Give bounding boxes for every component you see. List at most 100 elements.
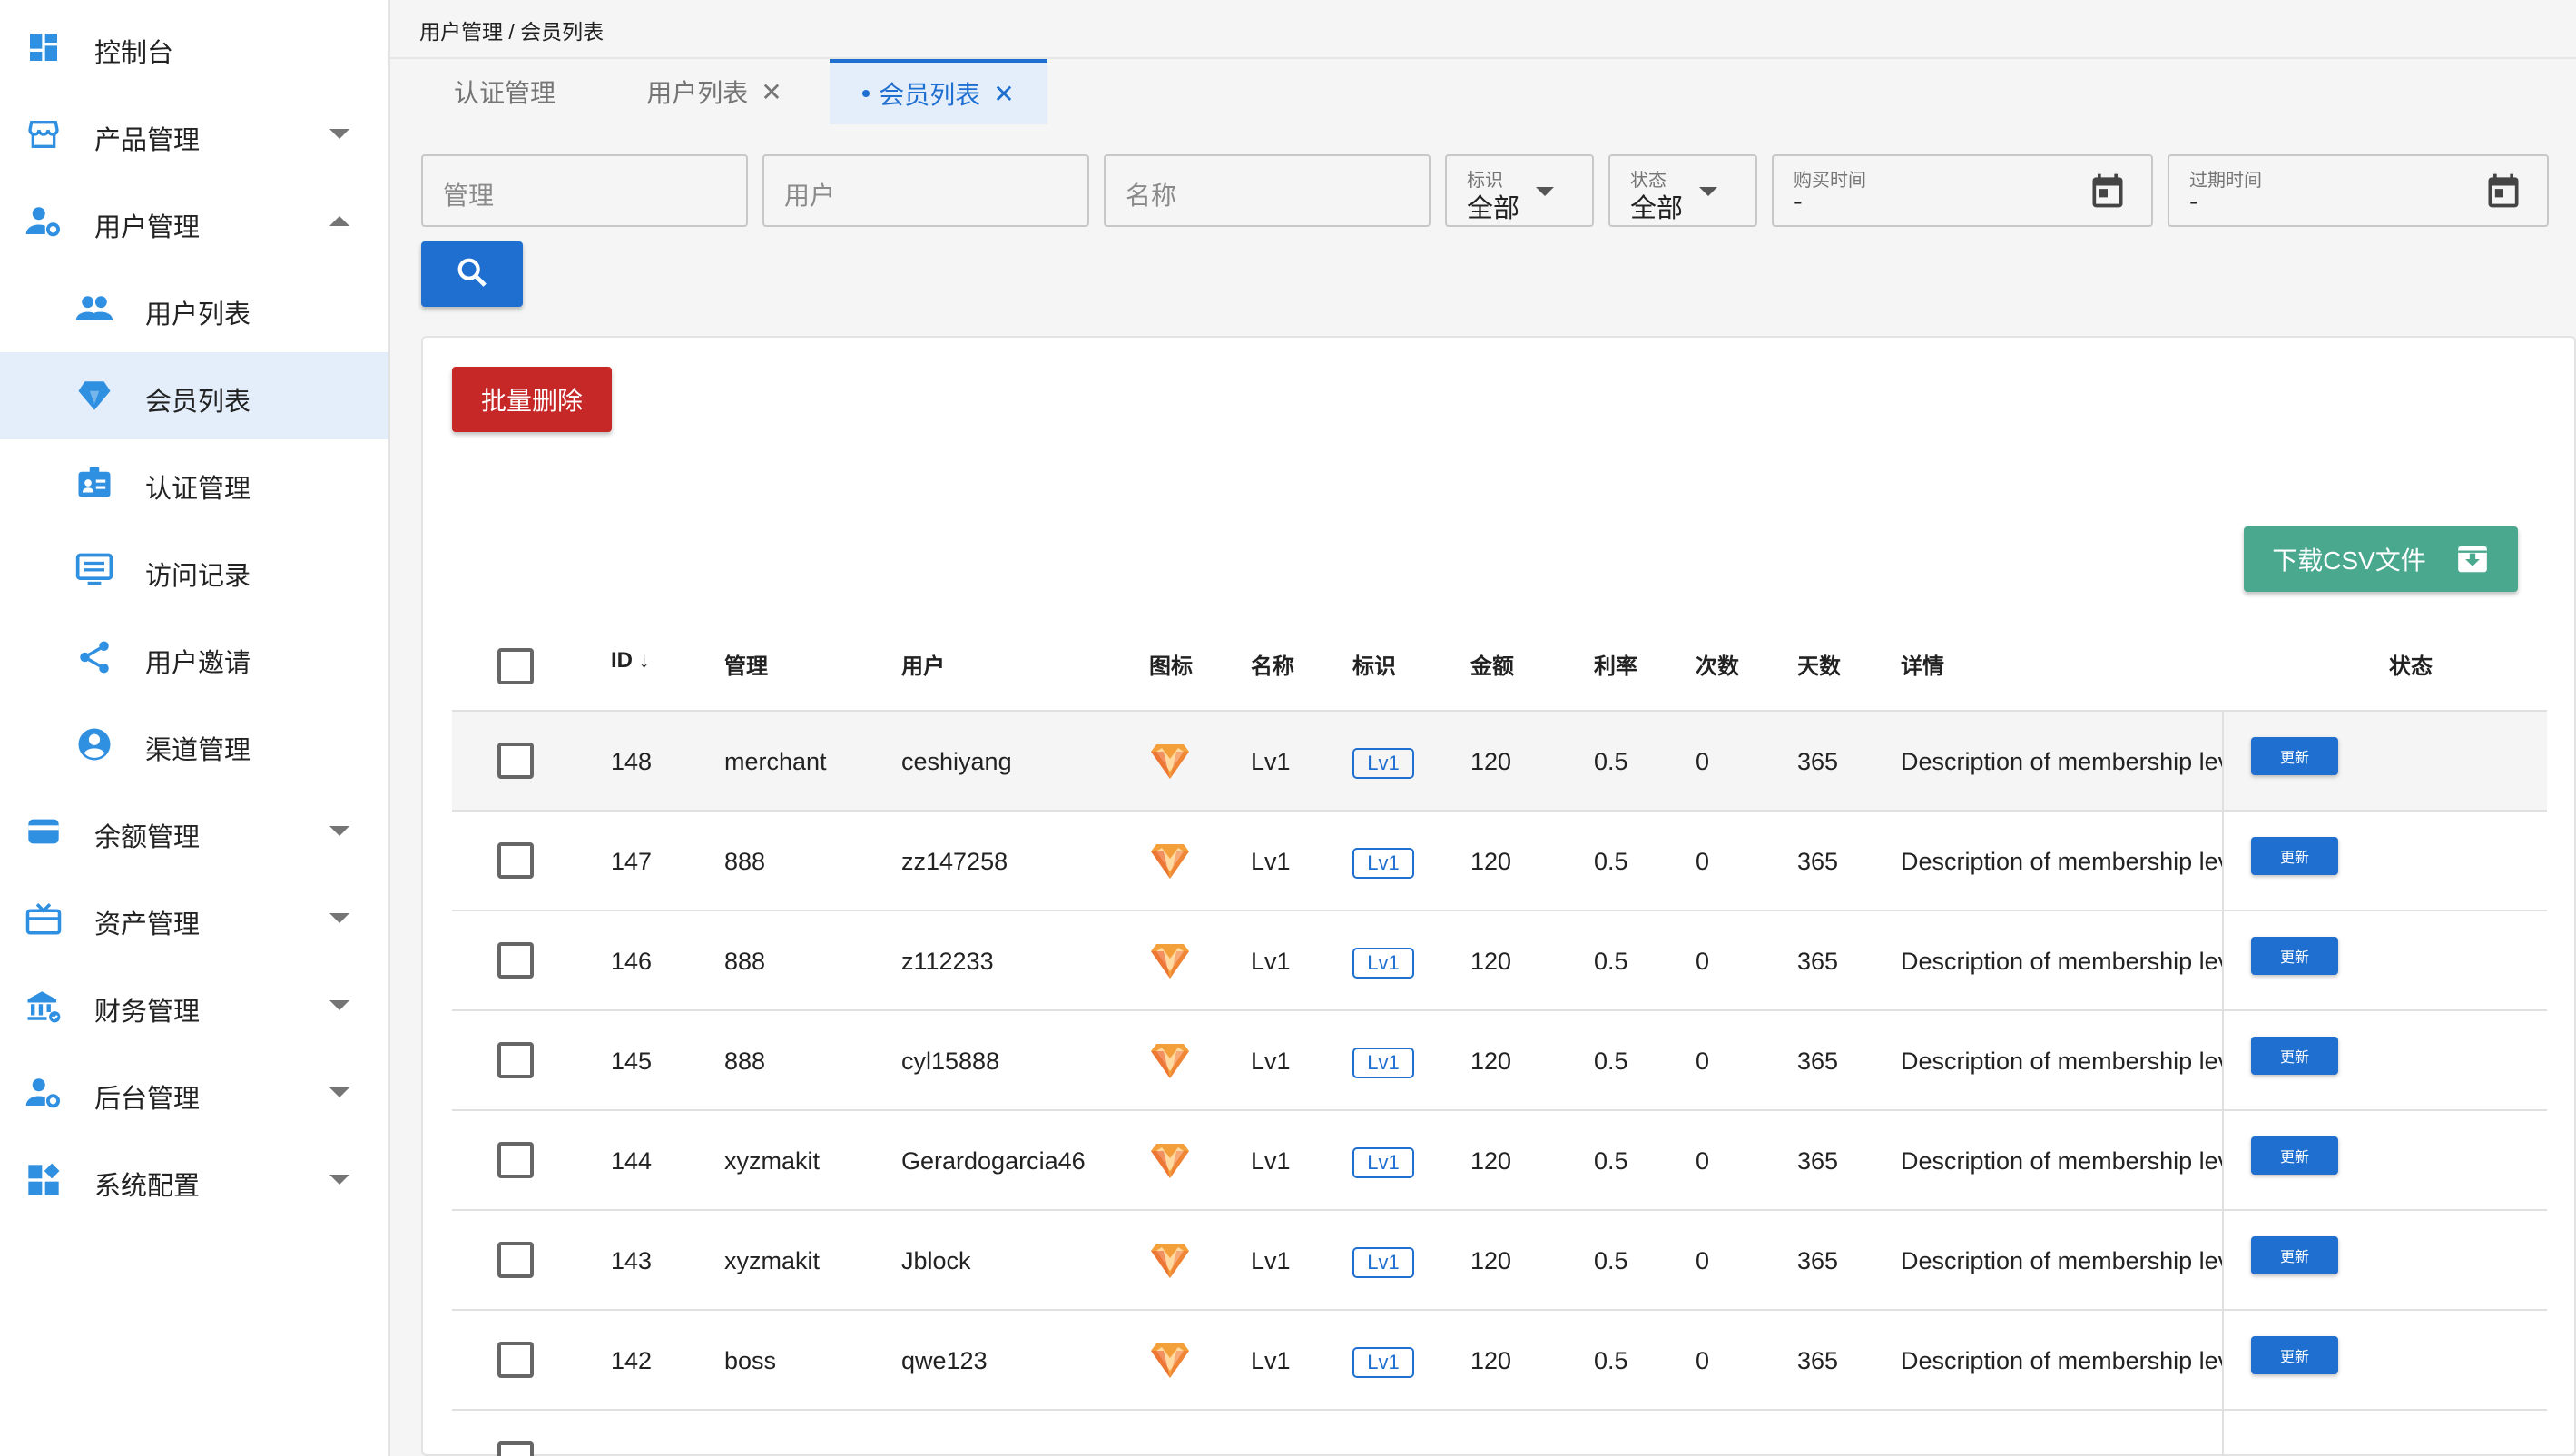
wallet-icon: [24, 812, 64, 851]
cell-id: 144: [611, 1147, 653, 1175]
row-checkbox[interactable]: [497, 1142, 534, 1178]
sidebar-item-balance[interactable]: 余额管理: [0, 788, 388, 875]
status-select[interactable]: 状态 全部: [1608, 154, 1757, 227]
select-all-checkbox[interactable]: [497, 648, 534, 684]
cell-name: Lv1: [1251, 848, 1291, 875]
purchase-time-value: -: [1794, 187, 1803, 216]
row-checkbox[interactable]: [497, 1042, 534, 1078]
update-button[interactable]: 更新: [2251, 837, 2338, 875]
user-settings-icon: [24, 202, 64, 241]
purchase-time-field[interactable]: 购买时间 -: [1772, 154, 2153, 227]
row-checkbox[interactable]: [497, 743, 534, 779]
update-button[interactable]: 更新: [2251, 1136, 2338, 1175]
tag-select[interactable]: 标识 全部: [1445, 154, 1594, 227]
table-row[interactable]: 148 merchant ceshiyang Lv1 Lv1 120 0.5 0 365 Desc…: [452, 712, 2547, 812]
sidebar-item-label: 访问记录: [145, 562, 251, 591]
table-row[interactable]: 142 boss qwe123 Lv1 Lv1 120 0.5 0 365 Description…: [452, 1311, 2547, 1411]
gift-box-icon: [24, 899, 64, 939]
cell-amount: 120: [1470, 1347, 1512, 1374]
tab-member-list[interactable]: 会员列表 ✕: [830, 59, 1047, 124]
cell-id: 148: [611, 748, 653, 775]
column-header-id[interactable]: ID ↓: [611, 648, 650, 674]
sidebar-item-dashboard[interactable]: 控制台: [0, 4, 388, 91]
column-divider: [2222, 1211, 2224, 1311]
update-button[interactable]: 更新: [2251, 737, 2338, 775]
sidebar-item-auth-management[interactable]: 认证管理: [0, 439, 388, 526]
sidebar-item-user-invite[interactable]: 用户邀请: [0, 614, 388, 701]
row-checkbox[interactable]: [497, 1342, 534, 1378]
sidebar-item-assets[interactable]: 资产管理: [0, 875, 388, 962]
cell-name: Lv1: [1251, 1147, 1291, 1175]
sidebar-item-finance[interactable]: 财务管理: [0, 962, 388, 1049]
update-button[interactable]: 更新: [2251, 1236, 2338, 1274]
cell-times: 0: [1696, 948, 1710, 975]
cell-times: 0: [1696, 1247, 1710, 1274]
table-row[interactable]: 143 xyzmakit Jblock Lv1 Lv1 120 0.5 0 365 Descrip…: [452, 1211, 2547, 1311]
cell-tag-badge: Lv1: [1352, 1147, 1414, 1178]
cell-rate: 0.5: [1594, 1048, 1628, 1075]
sidebar-item-user-management[interactable]: 用户管理: [0, 178, 388, 265]
close-icon[interactable]: ✕: [993, 79, 1014, 109]
cell-detail: Description of membership lev: [1901, 1347, 2224, 1374]
column-header-name: 名称: [1251, 654, 1294, 679]
tab-auth-management[interactable]: 认证管理: [441, 59, 568, 124]
sidebar-item-admin[interactable]: 后台管理: [0, 1049, 388, 1136]
name-input[interactable]: 名称: [1104, 154, 1431, 227]
chevron-down-icon: [1699, 187, 1717, 196]
expire-time-field[interactable]: 过期时间 -: [2168, 154, 2549, 227]
manage-input[interactable]: 管理: [421, 154, 748, 227]
search-button[interactable]: [421, 241, 523, 307]
sidebar-item-channel[interactable]: 渠道管理: [0, 701, 388, 788]
expire-time-value: -: [2189, 187, 2198, 216]
table-row[interactable]: 145 888 cyl15888 Lv1 Lv1 120 0.5 0 365 Descriptio…: [452, 1011, 2547, 1111]
sidebar-item-system-config[interactable]: 系统配置: [0, 1136, 388, 1224]
cell-detail: Description of membership lev: [1901, 948, 2224, 975]
cell-tag-badge: Lv1: [1352, 948, 1414, 979]
sidebar-item-member-list[interactable]: 会员列表: [0, 352, 388, 439]
cell-name: Lv1: [1251, 1048, 1291, 1075]
batch-delete-button[interactable]: 批量删除: [452, 367, 612, 432]
table-row[interactable]: 144 xyzmakit Gerardogarcia46 Lv1 Lv1 120 0.5 0 3…: [452, 1111, 2547, 1211]
table-row[interactable]: 147 888 zz147258 Lv1 Lv1 120 0.5 0 365 Descriptio…: [452, 812, 2547, 911]
column-header-days: 天数: [1797, 654, 1841, 679]
calendar-icon[interactable]: [2088, 171, 2128, 211]
cell-rate: 0.5: [1594, 1347, 1628, 1374]
update-button[interactable]: 更新: [2251, 937, 2338, 975]
membership-badge-icon: [1145, 939, 1195, 984]
close-icon[interactable]: ✕: [761, 77, 782, 107]
column-divider: [2222, 911, 2224, 1011]
calendar-icon[interactable]: [2483, 171, 2523, 211]
membership-badge-icon: [1145, 1038, 1195, 1084]
update-button[interactable]: 更新: [2251, 1336, 2338, 1374]
cell-amount: 120: [1470, 948, 1512, 975]
column-header-status: 状态: [2389, 654, 2433, 679]
diamond-icon: [74, 376, 114, 416]
row-checkbox[interactable]: [497, 1441, 534, 1456]
user-input[interactable]: 用户: [762, 154, 1089, 227]
sidebar-item-access-log[interactable]: 访问记录: [0, 526, 388, 614]
download-csv-button[interactable]: 下载CSV文件: [2244, 526, 2518, 592]
table-row[interactable]: 146 888 z112233 Lv1 Lv1 120 0.5 0 365 Description…: [452, 911, 2547, 1011]
cell-tag-badge: Lv1: [1352, 1048, 1414, 1078]
row-checkbox[interactable]: [497, 942, 534, 979]
breadcrumb: 用户管理 / 会员列表: [419, 20, 605, 44]
users-icon: [74, 289, 114, 329]
column-header-rate: 利率: [1594, 654, 1637, 679]
sidebar-item-products[interactable]: 产品管理: [0, 91, 388, 178]
tab-user-list[interactable]: 用户列表 ✕: [637, 59, 791, 124]
cell-tag-badge: Lv1: [1352, 748, 1414, 779]
cell-user: z112233: [901, 948, 994, 975]
sidebar-item-user-list[interactable]: 用户列表: [0, 265, 388, 352]
cell-id: 142: [611, 1347, 653, 1374]
widgets-icon: [24, 1160, 64, 1200]
purchase-time-label: 购买时间: [1794, 171, 1866, 191]
sidebar-item-label: 渠道管理: [145, 736, 251, 765]
chevron-down-icon: [329, 826, 349, 836]
cell-rate: 0.5: [1594, 848, 1628, 875]
row-checkbox[interactable]: [497, 1242, 534, 1278]
user-placeholder: 用户: [784, 182, 836, 210]
update-button[interactable]: 更新: [2251, 1037, 2338, 1075]
row-checkbox[interactable]: [497, 842, 534, 879]
cell-amount: 120: [1470, 748, 1512, 775]
column-header-times: 次数: [1696, 654, 1739, 679]
